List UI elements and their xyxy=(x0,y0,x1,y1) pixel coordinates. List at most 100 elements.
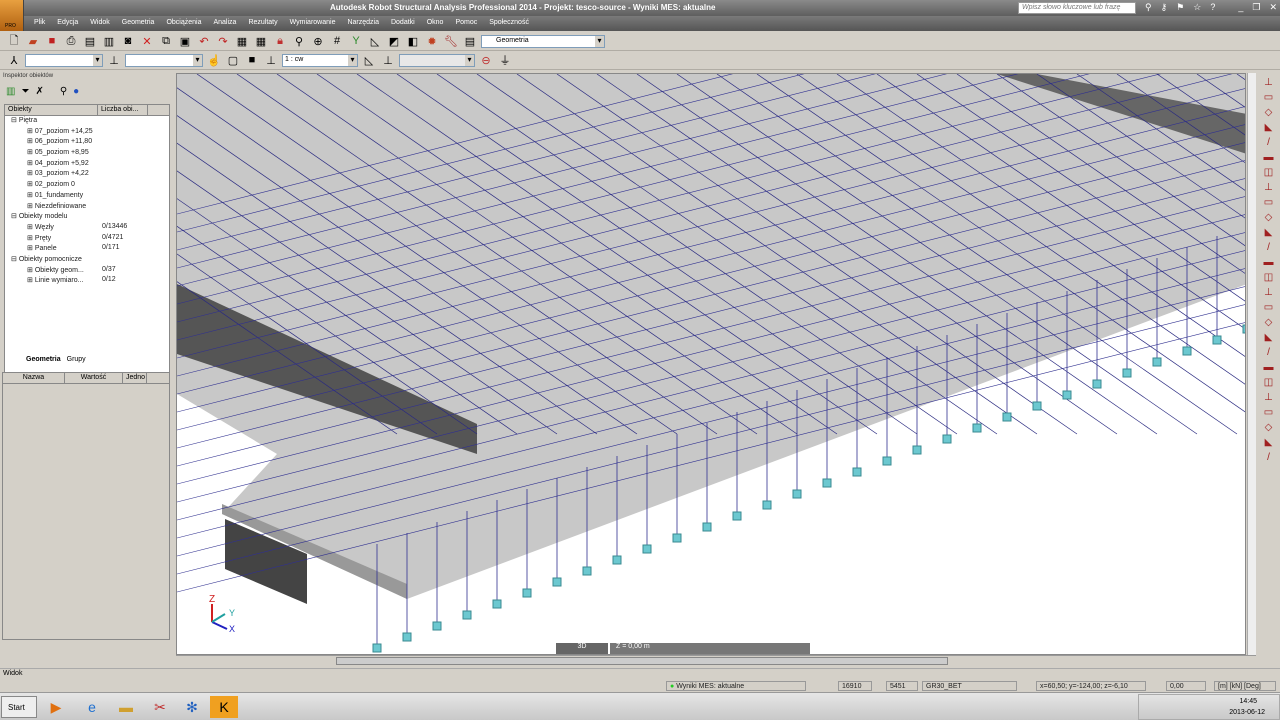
tool-icon[interactable]: ◣ xyxy=(1265,332,1273,343)
col-objects[interactable]: Obiekty xyxy=(5,105,98,115)
tool-icon[interactable]: ◣ xyxy=(1265,122,1273,133)
report-icon[interactable]: ▥ xyxy=(101,34,117,49)
calculator-icon[interactable]: ▦ xyxy=(234,34,250,49)
menu-item[interactable]: Geometria xyxy=(122,19,155,28)
minimize-icon[interactable]: _ xyxy=(1238,2,1243,13)
units-button[interactable]: [m] [kN] [Deg] xyxy=(1214,681,1276,691)
z-level-tab[interactable]: Z = 0,00 m xyxy=(610,643,810,654)
tool-icon[interactable]: ▬ xyxy=(1264,362,1274,373)
bar-select-icon[interactable]: ⊥ xyxy=(106,53,122,68)
app-icon[interactable]: ✻ xyxy=(178,696,206,718)
robot-app-icon[interactable]: K xyxy=(210,696,238,718)
menu-item[interactable]: Pomoc xyxy=(455,19,477,28)
snap-icon[interactable]: ⊖ xyxy=(478,53,494,68)
screenshot-icon[interactable]: ◙ xyxy=(120,34,136,49)
zoom-icon[interactable]: ⚲ xyxy=(291,34,307,49)
binoculars-icon[interactable]: ⚲ xyxy=(1145,2,1152,13)
tree-item[interactable]: ⊞ Węzły 0/13446 xyxy=(5,223,169,234)
node-selection-combo[interactable] xyxy=(25,53,103,67)
tool-icon[interactable]: ◇ xyxy=(1265,422,1273,433)
zoom-window-icon[interactable]: ⊕ xyxy=(310,34,326,49)
help-icon[interactable]: ? xyxy=(1210,2,1215,13)
grey-icon[interactable]: ■ xyxy=(244,53,260,68)
new-icon[interactable]: 🗋 xyxy=(6,34,22,49)
search-icon[interactable]: ⚲ xyxy=(60,86,67,97)
undo-icon[interactable]: ↶ xyxy=(196,34,212,49)
load-case-combo[interactable]: 1 : cw xyxy=(282,53,358,67)
structure-icon[interactable]: # xyxy=(329,34,345,49)
redo-icon[interactable]: ↷ xyxy=(215,34,231,49)
ie-icon[interactable]: e xyxy=(78,696,106,718)
star-icon[interactable]: ☆ xyxy=(1193,2,1201,13)
tree-item[interactable]: ⊟ Obiekty modelu xyxy=(5,212,169,223)
tool-icon[interactable]: ▬ xyxy=(1264,257,1274,268)
help-icon[interactable]: ● xyxy=(73,86,79,97)
materials-icon[interactable]: ◧ xyxy=(405,34,421,49)
expand-icon[interactable]: ⊞ xyxy=(27,235,35,242)
copy-icon[interactable]: ⧉ xyxy=(158,34,174,49)
expand-icon[interactable]: ⊞ xyxy=(27,224,35,231)
save-icon[interactable]: ■ xyxy=(44,34,60,49)
lock-icon[interactable]: 🔒︎ xyxy=(272,34,288,49)
tab-3d[interactable]: 3D xyxy=(556,643,608,654)
expand-icon[interactable]: ⊟ xyxy=(11,256,19,263)
measure-icon[interactable]: ◺ xyxy=(367,34,383,49)
expand-icon[interactable]: ⊟ xyxy=(11,117,19,124)
expand-icon[interactable]: ⊟ xyxy=(11,213,19,220)
tab-geometria[interactable]: Geometria xyxy=(26,356,61,368)
key-icon[interactable]: ⚷ xyxy=(1161,2,1168,13)
tool-icon[interactable]: ◇ xyxy=(1265,212,1273,223)
tree-item[interactable]: ⊞ 02_poziom 0 xyxy=(5,180,169,191)
expand-icon[interactable]: ⊞ xyxy=(27,267,35,274)
menu-item[interactable]: Plik xyxy=(34,19,45,28)
tools-icon[interactable]: 🔧︎ xyxy=(443,34,459,49)
table-icon[interactable]: ▦ xyxy=(253,34,269,49)
open-icon[interactable]: ▰ xyxy=(25,34,41,49)
tool-icon[interactable]: ▭ xyxy=(1264,302,1273,313)
filter-icon[interactable]: ⏚ xyxy=(497,53,513,68)
menu-item[interactable]: Edycja xyxy=(57,19,78,28)
mode-combo[interactable] xyxy=(399,53,475,67)
menu-item[interactable]: Obciążenia xyxy=(166,19,201,28)
menu-item[interactable]: Dodatki xyxy=(391,19,415,28)
paste-icon[interactable]: ▣ xyxy=(177,34,193,49)
tool-icon[interactable]: / xyxy=(1267,347,1270,358)
satellite-icon[interactable]: ⚑ xyxy=(1176,2,1184,13)
tool-icon[interactable]: ◫ xyxy=(1264,167,1273,178)
delete-icon[interactable]: ✕ xyxy=(139,34,155,49)
tree-item[interactable]: ⊞ 05_poziom +8,95 xyxy=(5,148,169,159)
tool-icon[interactable]: ⊥ xyxy=(1264,182,1273,193)
expand-icon[interactable]: ⊞ xyxy=(27,138,35,145)
horizontal-scrollbar[interactable] xyxy=(336,657,948,665)
tree-item[interactable]: ⊞ Panele 0/171 xyxy=(5,244,169,255)
case-icon[interactable]: ⊥ xyxy=(263,53,279,68)
tool-icon[interactable]: / xyxy=(1267,452,1270,463)
tool-icon[interactable]: ◫ xyxy=(1264,272,1273,283)
expand-icon[interactable]: ⊞ xyxy=(27,128,35,135)
tree-item[interactable]: ⊞ Obiekty geom... 0/37 xyxy=(5,266,169,277)
layout-icon[interactable]: ▤ xyxy=(462,34,478,49)
tool-icon[interactable]: / xyxy=(1267,137,1270,148)
tool-icon[interactable]: ▭ xyxy=(1264,197,1273,208)
tool-icon[interactable]: ◇ xyxy=(1265,317,1273,328)
filter-icon[interactable]: ⏷ xyxy=(21,86,29,97)
tree-item[interactable]: ⊞ 01_fundamenty xyxy=(5,191,169,202)
expand-icon[interactable]: ⊞ xyxy=(27,181,35,188)
print-icon[interactable]: ⎙ xyxy=(63,34,79,49)
media-player-icon[interactable]: ▶ xyxy=(42,696,70,718)
menu-item[interactable]: Analiza xyxy=(213,19,236,28)
menu-item[interactable]: Społeczność xyxy=(489,19,529,28)
expand-icon[interactable]: ⊞ xyxy=(27,192,35,199)
expand-icon[interactable]: ⊞ xyxy=(27,170,35,177)
menu-item[interactable]: Widok xyxy=(90,19,109,28)
menu-item[interactable]: Rezultaty xyxy=(248,19,277,28)
tree-item[interactable]: ⊟ Piętra xyxy=(5,116,169,127)
restore-icon[interactable]: ❐ xyxy=(1252,2,1260,13)
tree-item[interactable]: ⊞ 06_poziom +11,80 xyxy=(5,137,169,148)
close-icon[interactable]: ✕ xyxy=(1269,2,1277,13)
tool-icon[interactable]: ✂ xyxy=(146,696,174,718)
tool-icon[interactable]: ▬ xyxy=(1264,152,1274,163)
expand-icon[interactable]: ⊞ xyxy=(27,245,35,252)
vertical-scrollbar[interactable] xyxy=(1247,73,1256,655)
tree-item[interactable]: ⊞ 03_poziom +4,22 xyxy=(5,169,169,180)
